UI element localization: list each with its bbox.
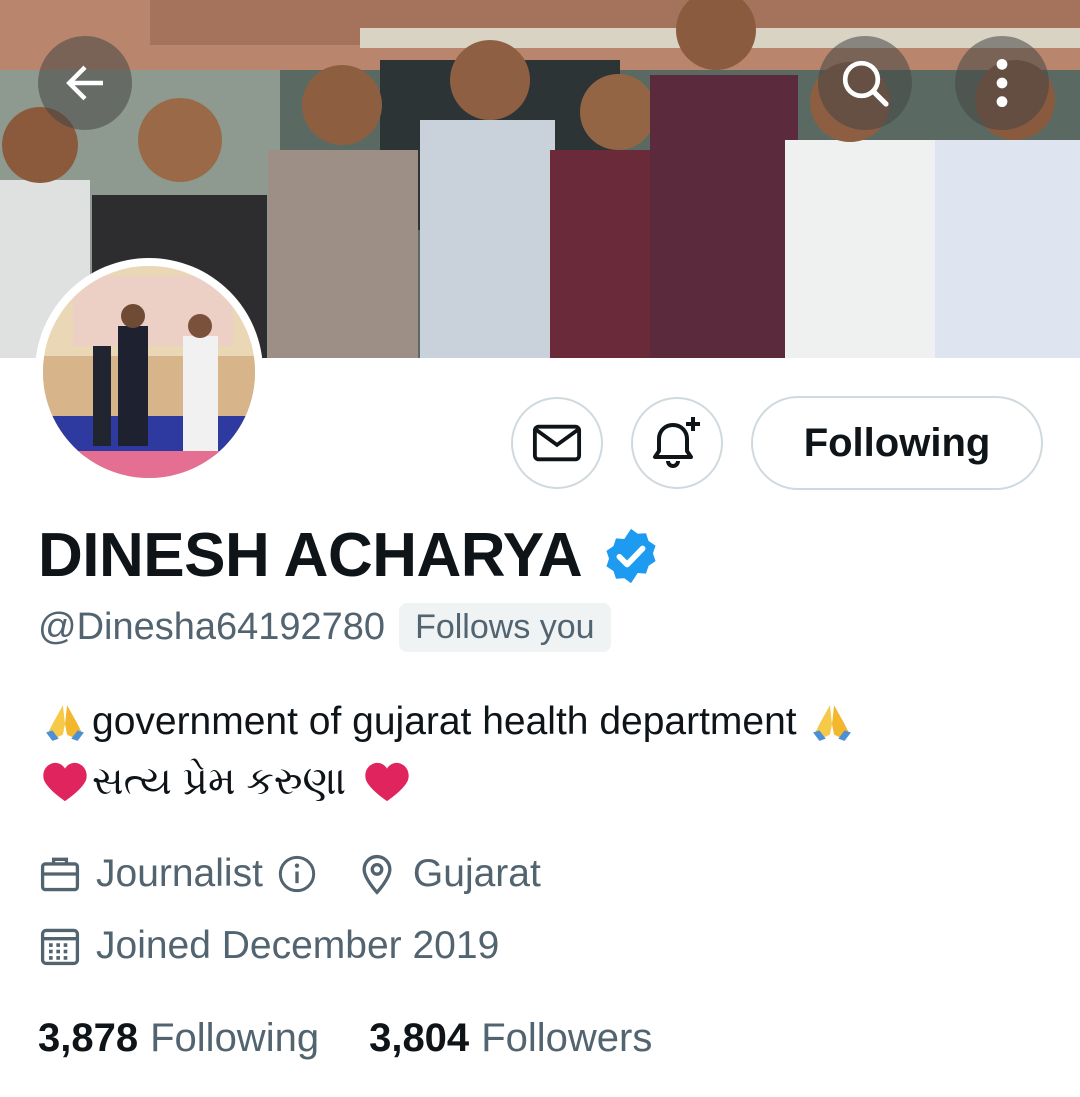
following-count: 3,878 (38, 1016, 139, 1060)
followers-stat[interactable]: 3,804 Followers (369, 1016, 652, 1061)
location-pin-icon (355, 852, 399, 896)
search-icon (842, 60, 889, 107)
avatar (43, 266, 255, 478)
profile-profession: Journalist (96, 852, 263, 895)
bell-plus-icon (653, 417, 700, 468)
more-vertical-icon (996, 58, 1008, 108)
folded-hands-icon (805, 697, 859, 747)
followers-count: 3,804 (369, 1016, 470, 1060)
following-button[interactable]: Following (751, 396, 1043, 490)
profile-handle: @Dinesha64192780 (38, 606, 386, 648)
red-heart-icon (38, 757, 92, 807)
notifications-button[interactable] (631, 397, 723, 489)
back-button[interactable] (38, 36, 132, 130)
profile-avatar[interactable] (35, 258, 263, 486)
bio-text-2: સત્ય પ્રેમ કરુણા (92, 760, 347, 803)
briefcase-icon (38, 852, 82, 896)
arrow-left-icon (66, 65, 103, 101)
red-heart-icon (360, 757, 414, 807)
calendar-icon (38, 924, 82, 968)
bio-line-2: સત્ય પ્રેમ કરુણા (38, 752, 859, 812)
bio-text-1: government of gujarat health department (92, 700, 797, 743)
follows-you-badge: Follows you (399, 603, 611, 652)
profile-meta-row: Journalist Gujarat (38, 852, 541, 896)
search-button[interactable] (818, 36, 912, 130)
message-button[interactable] (511, 397, 603, 489)
handle-row: @Dinesha64192780 Follows you (38, 603, 611, 652)
info-icon[interactable] (277, 854, 317, 894)
followers-stat-label: Followers (481, 1016, 653, 1060)
profile-stats: 3,878 Following 3,804 Followers (38, 1016, 652, 1061)
following-button-label: Following (803, 420, 991, 465)
profile-location: Gujarat (412, 852, 541, 895)
more-options-button[interactable] (955, 36, 1049, 130)
profile-joined-date: Joined December 2019 (96, 924, 500, 967)
avatar-photo (43, 266, 255, 478)
folded-hands-icon (38, 697, 92, 747)
following-stat-label: Following (150, 1016, 320, 1060)
profile-name-row: DINESH ACHARYA (38, 520, 662, 591)
profile-bio: government of gujarat health department … (38, 692, 859, 812)
profile-name: DINESH ACHARYA (38, 521, 583, 590)
envelope-icon (532, 424, 582, 462)
bio-line-1: government of gujarat health department (38, 692, 859, 752)
following-stat[interactable]: 3,878 Following (38, 1016, 319, 1061)
joined-row: Joined December 2019 (38, 924, 499, 968)
verified-badge-icon[interactable] (600, 525, 662, 587)
